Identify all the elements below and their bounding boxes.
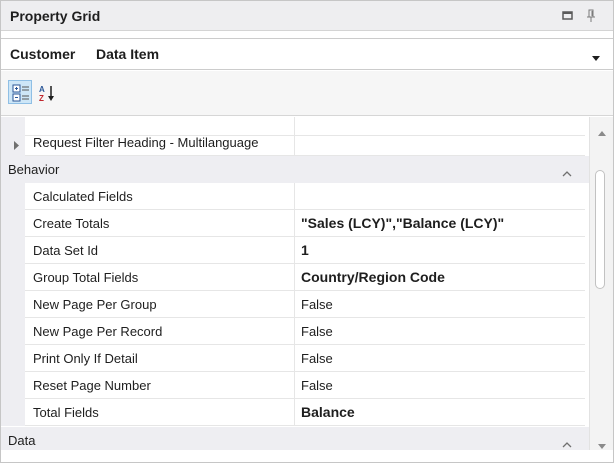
property-row[interactable]: Print Only If Detail False — [1, 345, 589, 372]
chevron-up-icon[interactable] — [562, 166, 572, 177]
object-name: Customer — [10, 46, 76, 62]
category-label: Data — [8, 433, 36, 448]
property-name: New Page Per Record — [25, 318, 295, 345]
property-value[interactable]: Country/Region Code — [295, 264, 585, 291]
property-row[interactable]: Data Set Id 1 — [1, 237, 589, 264]
property-name: Calculated Fields — [25, 183, 295, 210]
object-type: Data Item — [96, 46, 160, 62]
alphabetical-sort-button[interactable]: A Z — [34, 80, 58, 104]
scrollbar-thumb[interactable] — [595, 170, 605, 289]
resize-grip-icon[interactable] — [291, 456, 325, 462]
chevron-up-icon[interactable] — [562, 437, 572, 448]
property-row[interactable]: New Page Per Group False — [1, 291, 589, 318]
property-row[interactable]: Reset Page Number False — [1, 372, 589, 399]
scroll-down-arrow-icon[interactable] — [597, 438, 607, 449]
property-name: Request Filter Heading - Multilanguage — [25, 129, 295, 156]
property-name: Data Set Id — [25, 237, 295, 264]
property-value[interactable]: False — [295, 291, 585, 318]
category-label: Behavior — [8, 162, 60, 177]
category-data[interactable]: Data — [1, 427, 589, 450]
property-name: Total Fields — [25, 399, 295, 426]
property-value[interactable] — [295, 129, 585, 156]
scroll-up-arrow-icon[interactable] — [597, 125, 607, 136]
property-value[interactable]: False — [295, 345, 585, 372]
chevron-down-icon[interactable] — [590, 51, 602, 61]
object-selector[interactable]: Customer Data Item — [1, 38, 613, 70]
property-row[interactable]: Total Fields Balance — [1, 399, 589, 426]
property-row[interactable]: Calculated Fields — [1, 183, 589, 210]
expand-arrow-icon[interactable] — [13, 138, 21, 150]
categorized-view-icon — [12, 84, 29, 102]
property-value[interactable]: Balance — [295, 399, 585, 426]
categorized-view-button[interactable] — [8, 80, 32, 104]
property-name: Reset Page Number — [25, 372, 295, 399]
property-row[interactable]: New Page Per Record False — [1, 318, 589, 345]
property-value[interactable] — [295, 183, 585, 210]
property-grid-panel: Property Grid Customer Data Item A Z Req… — [0, 0, 614, 463]
property-name: Group Total Fields — [25, 264, 295, 291]
property-row-request-filter-heading[interactable]: Request Filter Heading - Multilanguage — [1, 129, 589, 156]
property-name: Create Totals — [25, 210, 295, 237]
svg-text:A: A — [39, 85, 45, 94]
panel-title: Property Grid — [10, 8, 101, 24]
property-name: New Page Per Group — [25, 291, 295, 318]
property-value[interactable]: False — [295, 372, 585, 399]
property-row[interactable]: Group Total Fields Country/Region Code — [1, 264, 589, 291]
vertical-scrollbar[interactable] — [589, 117, 613, 450]
property-row[interactable]: Create Totals "Sales (LCY)","Balance (LC… — [1, 210, 589, 237]
property-toolbar: A Z — [1, 71, 613, 116]
property-value[interactable]: "Sales (LCY)","Balance (LCY)" — [295, 210, 585, 237]
property-value[interactable]: 1 — [295, 237, 585, 264]
property-name: Print Only If Detail — [25, 345, 295, 372]
pin-icon[interactable] — [582, 7, 600, 25]
maximize-icon[interactable] — [559, 7, 577, 25]
sort-az-icon: A Z — [39, 85, 54, 102]
category-behavior[interactable]: Behavior — [1, 156, 589, 183]
property-value[interactable]: False — [295, 318, 585, 345]
panel-titlebar[interactable]: Property Grid — [1, 1, 613, 31]
property-grid: Request Filter Heading - Multilanguage B… — [1, 117, 589, 450]
svg-text:Z: Z — [39, 94, 44, 102]
